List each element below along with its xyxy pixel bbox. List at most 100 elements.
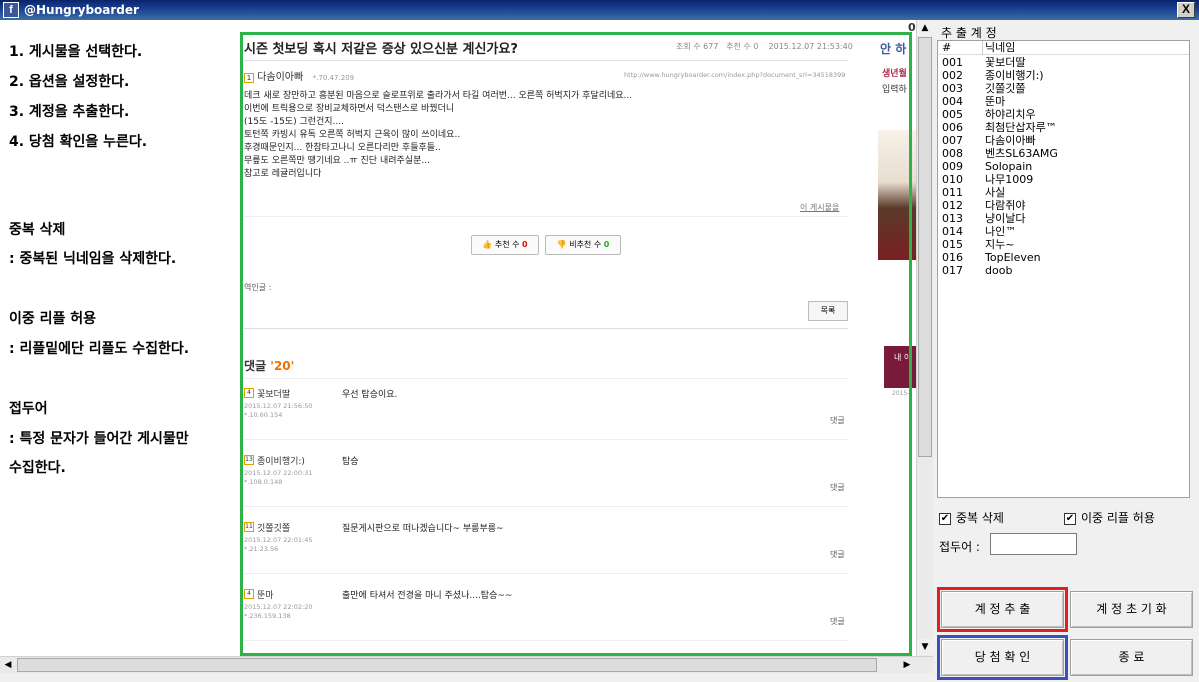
scroll-down-arrow-icon[interactable]: ▼ bbox=[917, 639, 933, 655]
account-row[interactable]: 016 TopEleven bbox=[938, 251, 1189, 264]
trackback-label: 역인글 : bbox=[244, 283, 272, 292]
list-header: # 닉네임 bbox=[938, 41, 1189, 55]
check-highlight bbox=[937, 635, 1068, 680]
account-row[interactable]: 001 꽃보더딸 bbox=[938, 56, 1189, 69]
comment-text: 질문게시판으로 떠나겠습니다~ 부릉부릉~ bbox=[342, 524, 504, 534]
this-post-link[interactable]: 이 게시물을 bbox=[800, 202, 839, 213]
comment-author[interactable]: 뚠마 bbox=[257, 588, 274, 601]
dedupe-label[interactable]: 중복 삭제 bbox=[956, 511, 1004, 525]
col-nick-header[interactable]: 닉네임 bbox=[985, 41, 1015, 55]
comment-author[interactable]: 종이비행기:) bbox=[257, 454, 305, 467]
views-label: 조회 수 bbox=[676, 42, 701, 51]
account-num: 012 bbox=[942, 199, 963, 212]
account-row[interactable]: 002 종이비행기:) bbox=[938, 69, 1189, 82]
reply-link[interactable]: 댓글 bbox=[830, 549, 845, 560]
vertical-scrollbar[interactable]: ▲ ▼ bbox=[916, 20, 933, 656]
account-row[interactable]: 003 깃쫄깃쫄 bbox=[938, 82, 1189, 95]
account-nick: Solopain bbox=[985, 160, 1033, 173]
account-nick: 다람쥐야 bbox=[985, 199, 1026, 212]
scroll-up-arrow-icon[interactable]: ▲ bbox=[917, 20, 933, 36]
account-num: 004 bbox=[942, 95, 963, 108]
account-row[interactable]: 010 나무1009 bbox=[938, 173, 1189, 186]
reply-link[interactable]: 댓글 bbox=[830, 415, 845, 426]
account-nick: doob bbox=[985, 264, 1013, 277]
list-button[interactable]: 목록 bbox=[808, 301, 848, 321]
divider bbox=[244, 439, 848, 440]
level-icon: 11 bbox=[244, 522, 254, 532]
nrec-label: 비추천 수 bbox=[569, 240, 602, 249]
dedupe-checkbox[interactable]: ✔ bbox=[939, 512, 951, 525]
ad-text: 입력하 bbox=[882, 85, 907, 95]
scroll-right-arrow-icon[interactable]: ▶ bbox=[899, 657, 915, 673]
horizontal-scrollbar[interactable]: ◀ ▶ bbox=[0, 656, 933, 673]
account-row[interactable]: 007 다솜이아빠 bbox=[938, 134, 1189, 147]
dedupe-option[interactable]: ✔ 중복 삭제 bbox=[939, 509, 1004, 526]
account-row[interactable]: 009 Solopain bbox=[938, 160, 1189, 173]
ad-text: 안 하 bbox=[880, 42, 907, 56]
h-scroll-thumb[interactable] bbox=[17, 658, 877, 672]
comment-item: 4 꽃보더딸 2015.12.07 21:56:50 *.10.60.154 우선 탑승… bbox=[244, 386, 848, 446]
reply-link[interactable]: 댓글 bbox=[830, 616, 845, 627]
page-indicator: 0 bbox=[908, 21, 916, 34]
account-nick: TopEleven bbox=[985, 251, 1041, 264]
account-nick: 지누~ bbox=[985, 238, 1015, 251]
double-reply-label[interactable]: 이중 리플 허용 bbox=[1081, 511, 1155, 525]
recommend-button[interactable]: 👍 추천 수 0 bbox=[471, 235, 539, 255]
post-body-line: 후경때문인지... 한참타고나니 오른다리만 후들후들.. bbox=[244, 143, 441, 153]
account-row[interactable]: 006 최첨단삽자루™ bbox=[938, 121, 1189, 134]
views-count: 677 bbox=[703, 42, 719, 51]
level-icon: 4 bbox=[244, 589, 254, 599]
comment-text: 탑승 bbox=[342, 457, 359, 467]
comment-author[interactable]: 깃쫄깃쫄 bbox=[257, 521, 290, 534]
account-row[interactable]: 017 doob bbox=[938, 264, 1189, 277]
account-nick: 벤츠SL63AMG bbox=[985, 147, 1058, 160]
account-list[interactable]: # 닉네임 001 꽃보더딸 002 종이비행기:) 003 깃쫄깃쫄 004 뚠마 005 하야… bbox=[937, 40, 1190, 498]
step-4: 4. 당첨 확인을 누른다. bbox=[9, 134, 148, 150]
double-reply-option[interactable]: ✔ 이중 리플 허용 bbox=[1064, 509, 1155, 526]
divider bbox=[244, 573, 848, 574]
col-num-header[interactable]: # bbox=[942, 41, 951, 55]
comments-header: 댓글 '20' bbox=[244, 357, 294, 374]
ad-button[interactable]: 내 이 bbox=[884, 346, 916, 388]
ad-photo bbox=[878, 130, 916, 260]
not-recommend-button[interactable]: 👎 비추천 수 0 bbox=[545, 235, 621, 255]
close-window-button[interactable]: X bbox=[1177, 2, 1195, 18]
post-title: 시즌 첫보딩 혹시 저같은 증상 있으신분 계신가요? bbox=[244, 42, 518, 57]
double-reply-checkbox[interactable]: ✔ bbox=[1064, 512, 1076, 525]
account-num: 002 bbox=[942, 69, 963, 82]
account-row[interactable]: 011 사실 bbox=[938, 186, 1189, 199]
ad-banner[interactable]: 안 하 생년월 입력하 내 이 2015- bbox=[878, 20, 916, 656]
post-body-line: 참고로 레귤러입니다 bbox=[244, 169, 322, 179]
post-author[interactable]: 다솜이아빠 bbox=[257, 72, 303, 83]
comment-author[interactable]: 꽃보더딸 bbox=[257, 387, 290, 400]
account-row[interactable]: 014 나인™ bbox=[938, 225, 1189, 238]
thumbs-down-icon: 👎 bbox=[556, 240, 567, 249]
prefix-desc-1: : 특정 문자가 들어간 게시물만 bbox=[9, 431, 189, 447]
account-row[interactable]: 012 다람쥐야 bbox=[938, 199, 1189, 212]
prefix-input[interactable] bbox=[990, 533, 1077, 555]
account-nick: 최첨단삽자루™ bbox=[985, 121, 1057, 134]
reply-link[interactable]: 댓글 bbox=[830, 482, 845, 493]
account-num: 006 bbox=[942, 121, 963, 134]
account-row[interactable]: 008 벤츠SL63AMG bbox=[938, 147, 1189, 160]
account-nick: 깃쫄깃쫄 bbox=[985, 82, 1026, 95]
account-row[interactable]: 005 하야리치우 bbox=[938, 108, 1189, 121]
account-row[interactable]: 004 뚠마 bbox=[938, 95, 1189, 108]
comment-date: 2015.12.07 22:02:20 bbox=[244, 603, 313, 611]
account-row[interactable]: 013 냥이날다 bbox=[938, 212, 1189, 225]
reset-accounts-button[interactable]: 계 정 초 기 화 bbox=[1070, 591, 1193, 628]
post-url[interactable]: http://www.hungryboarder.com/index.php?d… bbox=[624, 71, 845, 79]
step-3: 3. 계정을 추출한다. bbox=[9, 104, 130, 120]
scroll-thumb[interactable] bbox=[918, 37, 932, 457]
post-browser[interactable]: 시즌 첫보딩 혹시 저같은 증상 있으신분 계신가요? 조회 수 677 추천 … bbox=[238, 20, 916, 656]
step-2: 2. 옵션을 설정한다. bbox=[9, 74, 130, 90]
exit-button[interactable]: 종 료 bbox=[1070, 639, 1193, 676]
account-num: 014 bbox=[942, 225, 963, 238]
comments-label: 댓글 bbox=[244, 359, 267, 373]
comment-item: 13 종이비행기:) 2015.12.07 22:00:31 *.108.0.148 탑… bbox=[244, 453, 848, 513]
ad-text: 생년월 bbox=[882, 69, 907, 79]
scroll-left-arrow-icon[interactable]: ◀ bbox=[0, 657, 16, 673]
double-desc: : 리플밑에단 리플도 수집한다. bbox=[9, 341, 190, 357]
account-row[interactable]: 015 지누~ bbox=[938, 238, 1189, 251]
account-num: 005 bbox=[942, 108, 963, 121]
